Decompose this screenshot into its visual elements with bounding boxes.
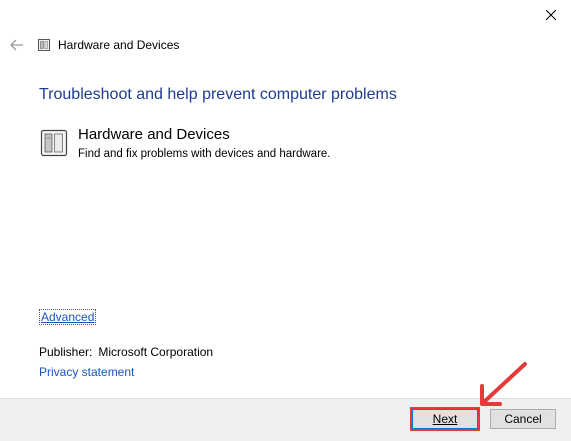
publisher-line: Publisher: Microsoft Corporation [39, 345, 213, 359]
privacy-statement-link[interactable]: Privacy statement [39, 365, 134, 379]
title-row: Hardware and Devices [0, 34, 571, 58]
cancel-button-label: Cancel [504, 412, 542, 426]
item-description: Find and fix problems with devices and h… [78, 148, 331, 160]
publisher-value: Microsoft Corporation [98, 345, 214, 359]
window-title: Hardware and Devices [58, 38, 180, 52]
close-button[interactable] [537, 4, 565, 26]
page-heading: Troubleshoot and help prevent computer p… [39, 86, 397, 103]
publisher-label: Publisher: [39, 345, 93, 359]
hardware-device-icon [38, 39, 50, 51]
item-title: Hardware and Devices [78, 126, 230, 143]
back-button[interactable] [8, 36, 26, 54]
advanced-link[interactable]: Advanced [39, 309, 97, 325]
back-arrow-icon [10, 39, 23, 51]
hardware-device-icon [40, 129, 68, 157]
close-icon [546, 10, 556, 20]
troubleshooter-window: Hardware and Devices Troubleshoot and he… [0, 0, 571, 441]
cancel-button[interactable]: Cancel [490, 409, 556, 429]
next-button[interactable]: Next [410, 407, 480, 431]
next-button-label: Next [432, 412, 458, 426]
footer-bar: Next Cancel [0, 398, 571, 441]
